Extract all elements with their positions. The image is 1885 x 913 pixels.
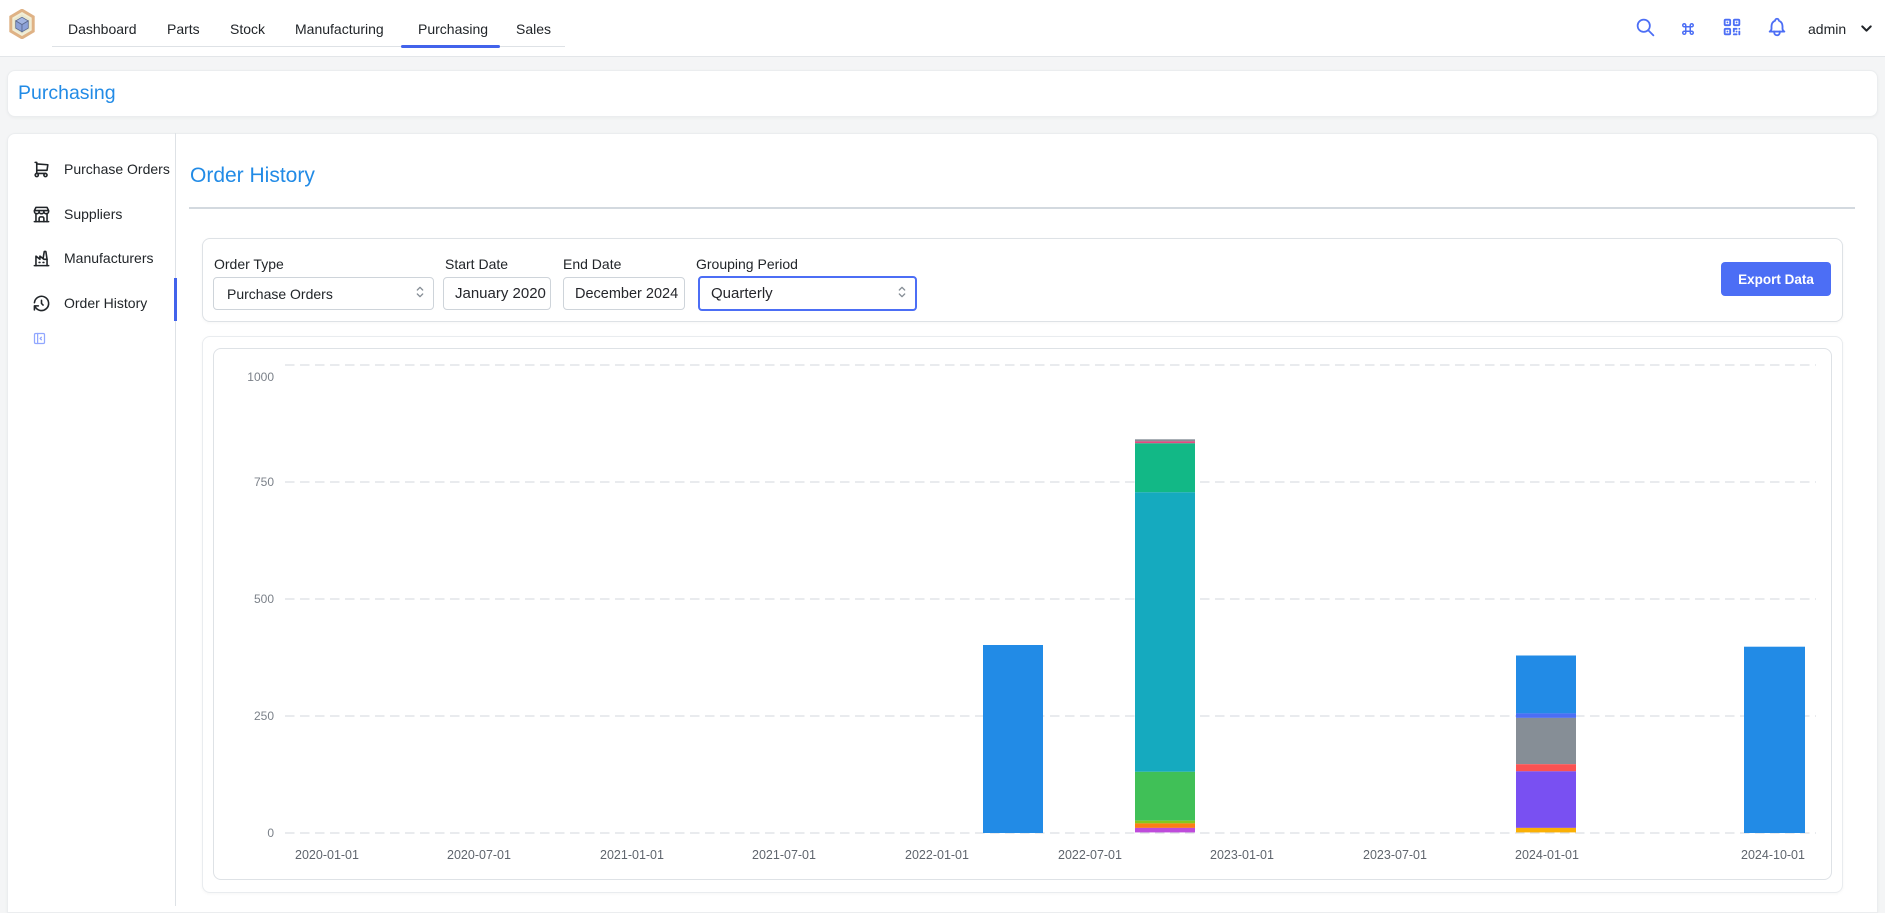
svg-text:2022-01-01: 2022-01-01 — [905, 848, 969, 862]
svg-text:500: 500 — [254, 592, 274, 606]
svg-text:0: 0 — [267, 826, 274, 840]
svg-text:2022-07-01: 2022-07-01 — [1058, 848, 1122, 862]
svg-text:2020-01-01: 2020-01-01 — [295, 848, 359, 862]
svg-text:2021-01-01: 2021-01-01 — [600, 848, 664, 862]
svg-text:2023-07-01: 2023-07-01 — [1363, 848, 1427, 862]
svg-text:2024-10-01: 2024-10-01 — [1741, 848, 1805, 862]
svg-text:2024-01-01: 2024-01-01 — [1515, 848, 1579, 862]
svg-text:750: 750 — [254, 475, 274, 489]
svg-text:2023-01-01: 2023-01-01 — [1210, 848, 1274, 862]
svg-text:250: 250 — [254, 709, 274, 723]
svg-text:2021-07-01: 2021-07-01 — [752, 848, 816, 862]
svg-text:1000: 1000 — [247, 370, 274, 384]
svg-text:2020-07-01: 2020-07-01 — [447, 848, 511, 862]
